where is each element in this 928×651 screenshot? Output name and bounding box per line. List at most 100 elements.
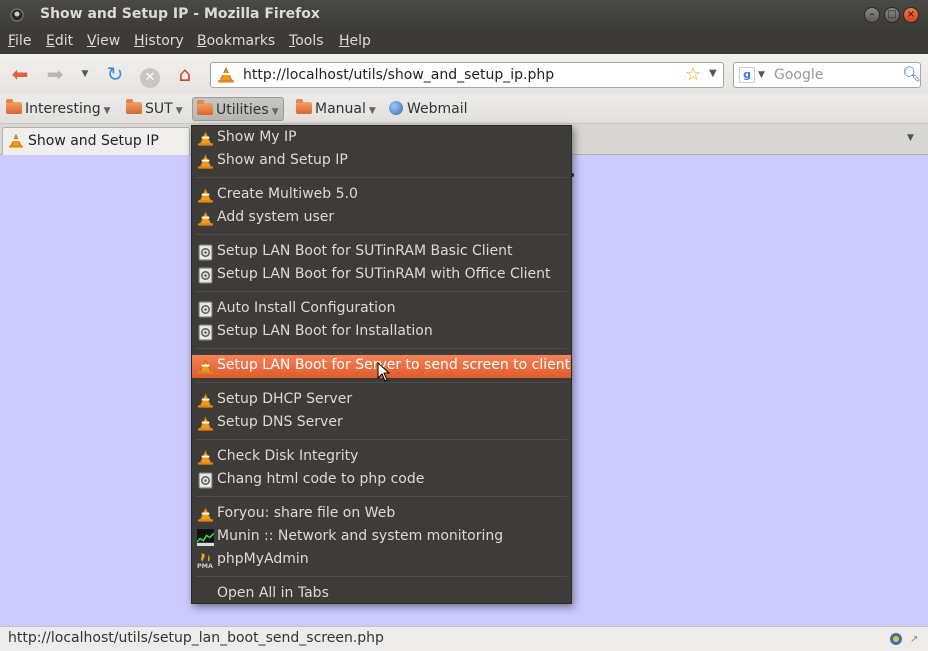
- menu-file[interactable]: File: [8, 33, 31, 49]
- menu-item-auto-install[interactable]: Auto Install Configuration: [192, 298, 571, 321]
- menu-item-check-disk[interactable]: Check Disk Integrity: [192, 446, 571, 469]
- bookmark-folder-utilities[interactable]: Utilities ▼: [192, 97, 284, 121]
- maximize-button[interactable]: □: [884, 7, 900, 23]
- site-cone-icon: [197, 415, 214, 432]
- menu-separator: [196, 382, 567, 383]
- bookmark-label: Interesting: [25, 101, 101, 117]
- menu-separator: [196, 576, 567, 577]
- menu-tools[interactable]: Tools: [289, 33, 324, 49]
- site-cone-icon: [217, 67, 235, 83]
- close-button[interactable]: ×: [903, 7, 919, 23]
- back-arrow-icon[interactable]: ⬅: [8, 62, 32, 86]
- menu-item-dhcp-server[interactable]: Setup DHCP Server: [192, 389, 571, 412]
- page-icon: [197, 267, 214, 284]
- menu-item-label: Chang html code to php code: [217, 471, 425, 487]
- menu-separator: [196, 291, 567, 292]
- resize-grip-icon[interactable]: ↗: [910, 633, 924, 647]
- menu-separator: [196, 234, 567, 235]
- chevron-down-icon: ▼: [368, 106, 376, 116]
- menu-help[interactable]: Help: [339, 33, 371, 49]
- menu-item-label: Setup LAN Boot for Server to send screen…: [217, 357, 571, 373]
- tab-show-and-setup-ip[interactable]: Show and Setup IP: [2, 127, 190, 155]
- stop-icon[interactable]: ✕: [138, 62, 162, 88]
- home-icon[interactable]: ⌂: [173, 62, 197, 86]
- bookmark-folder-manual[interactable]: Manual ▼: [296, 97, 376, 121]
- menu-item-html-to-php[interactable]: Chang html code to php code: [192, 469, 571, 492]
- page-icon: [197, 472, 214, 489]
- status-url: http://localhost/utils/setup_lan_boot_se…: [8, 630, 384, 646]
- forward-arrow-icon[interactable]: ➡: [43, 62, 67, 86]
- addon-icon[interactable]: [888, 631, 904, 647]
- menu-item-lan-boot-office[interactable]: Setup LAN Boot for SUTinRAM with Office …: [192, 264, 571, 287]
- menu-edit[interactable]: Edit: [46, 33, 73, 49]
- site-cone-icon: [197, 358, 214, 375]
- menu-item-label: phpMyAdmin: [217, 551, 309, 567]
- tab-list-dropdown-icon[interactable]: ▼: [907, 133, 914, 143]
- chevron-down-icon: ▼: [175, 106, 183, 116]
- folder-icon: [126, 99, 142, 114]
- menu-bookmarks[interactable]: Bookmarks: [197, 33, 275, 49]
- menu-item-open-all-in-tabs[interactable]: Open All in Tabs: [192, 583, 571, 606]
- window-title: Show and Setup IP - Mozilla Firefox: [40, 6, 320, 22]
- url-bar[interactable]: ☆ ▼: [210, 62, 724, 88]
- chevron-down-icon: ▼: [103, 106, 111, 116]
- menu-item-dns-server[interactable]: Setup DNS Server: [192, 412, 571, 435]
- site-cone-icon: [197, 187, 214, 204]
- url-input[interactable]: [243, 67, 683, 83]
- menu-item-label: Open All in Tabs: [217, 585, 329, 601]
- chevron-down-icon: ▼: [271, 107, 279, 117]
- menu-item-create-multiweb[interactable]: Create Multiweb 5.0: [192, 184, 571, 207]
- title-bar: Show and Setup IP - Mozilla Firefox – □ …: [0, 0, 928, 30]
- menu-item-label: Setup LAN Boot for SUTinRAM with Office …: [217, 266, 551, 282]
- site-cone-icon: [197, 153, 214, 170]
- bookmark-label: Utilities: [216, 102, 269, 118]
- menu-item-show-my-ip[interactable]: Show My IP: [192, 127, 571, 150]
- page-icon: [197, 301, 214, 318]
- reload-icon[interactable]: ↻: [103, 62, 127, 86]
- menu-separator: [196, 348, 567, 349]
- menu-item-show-and-setup-ip[interactable]: Show and Setup IP: [192, 150, 571, 173]
- bookmark-folder-interesting[interactable]: Interesting ▼: [6, 97, 111, 121]
- history-dropdown-icon[interactable]: ▼: [78, 62, 92, 86]
- menu-history[interactable]: History: [134, 33, 184, 49]
- page-icon: [197, 324, 214, 341]
- navigation-bar: ⬅ ➡ ▼ ↻ ✕ ⌂ ☆ ▼ g ▼ 🔍︎: [0, 54, 928, 94]
- menu-item-lan-boot-basic[interactable]: Setup LAN Boot for SUTinRAM Basic Client: [192, 241, 571, 264]
- bookmark-label: Manual: [315, 101, 366, 117]
- bookmark-star-icon[interactable]: ☆: [685, 64, 701, 85]
- bookmark-folder-sut[interactable]: SUT ▼: [126, 97, 183, 121]
- site-cone-icon: [197, 130, 214, 147]
- tab-title: Show and Setup IP: [28, 133, 159, 149]
- menu-item-lan-boot-installation[interactable]: Setup LAN Boot for Installation: [192, 321, 571, 344]
- firefox-icon: [10, 8, 24, 22]
- menu-item-label: Setup DHCP Server: [217, 391, 353, 407]
- bookmark-webmail[interactable]: Webmail: [389, 97, 468, 121]
- munin-graph-icon: [196, 529, 215, 546]
- menu-item-label: Foryou: share file on Web: [217, 505, 396, 521]
- menu-item-munin[interactable]: Munin :: Network and system monitoring: [192, 526, 571, 549]
- status-bar: http://localhost/utils/setup_lan_boot_se…: [0, 626, 928, 651]
- menu-item-add-system-user[interactable]: Add system user: [192, 207, 571, 230]
- engine-dropdown-icon[interactable]: ▼: [758, 70, 765, 80]
- menu-item-phpmyadmin[interactable]: PMA phpMyAdmin: [192, 549, 571, 572]
- menu-item-label: Auto Install Configuration: [217, 300, 396, 316]
- google-engine-icon[interactable]: g: [739, 67, 755, 83]
- url-dropdown-icon[interactable]: ▼: [709, 68, 717, 79]
- bookmark-label: Webmail: [407, 101, 468, 117]
- menu-item-label: Setup LAN Boot for Installation: [217, 323, 433, 339]
- menu-item-label: Show My IP: [217, 129, 297, 145]
- globe-icon: [389, 101, 403, 115]
- site-cone-icon: [197, 449, 214, 466]
- menu-view[interactable]: View: [87, 33, 120, 49]
- search-input[interactable]: [774, 67, 899, 83]
- minimize-button[interactable]: –: [864, 7, 880, 23]
- menu-item-label: Setup LAN Boot for SUTinRAM Basic Client: [217, 243, 513, 259]
- site-cone-icon: [197, 506, 214, 523]
- site-cone-icon: [197, 392, 214, 409]
- menu-item-foryou[interactable]: Foryou: share file on Web: [192, 503, 571, 526]
- search-bar[interactable]: g ▼ 🔍︎: [733, 62, 921, 88]
- page-icon: [197, 244, 214, 261]
- menu-item-label: Munin :: Network and system monitoring: [217, 528, 504, 544]
- site-cone-icon: [197, 210, 214, 227]
- search-icon[interactable]: 🔍︎: [902, 65, 921, 83]
